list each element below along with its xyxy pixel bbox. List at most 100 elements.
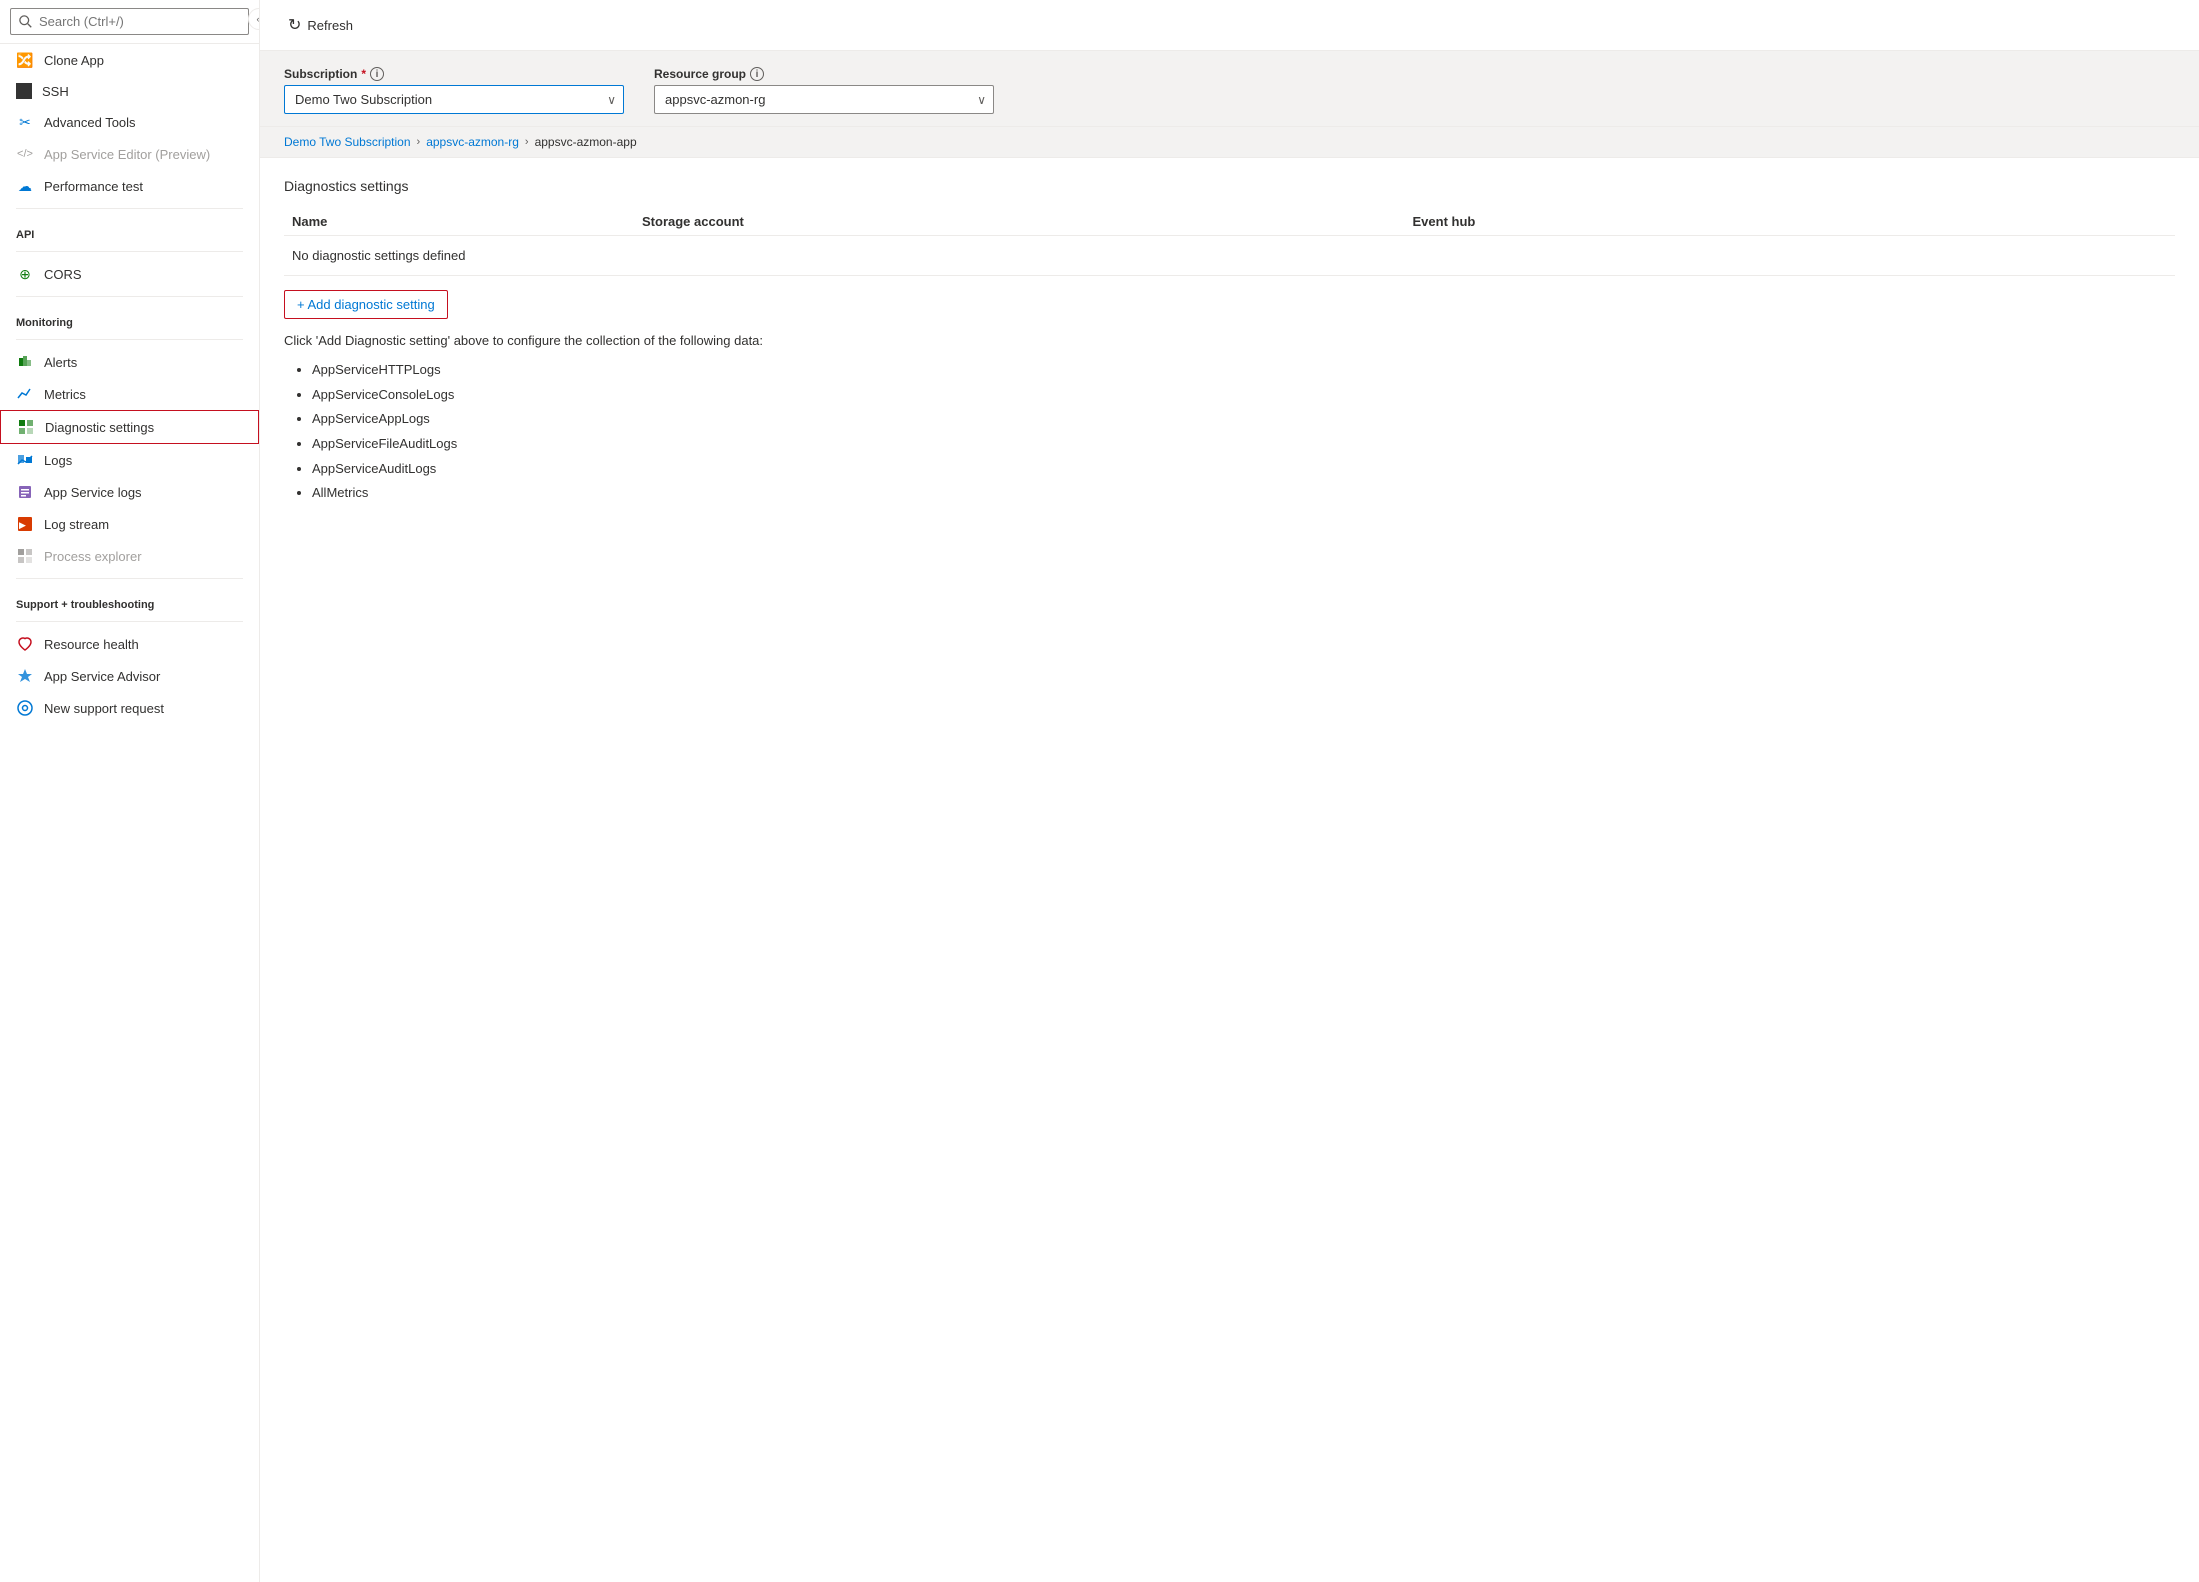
col-header-eventhub: Event hub — [1405, 214, 2176, 229]
sidebar-item-label: App Service Advisor — [44, 669, 243, 684]
breadcrumb-subscription-link[interactable]: Demo Two Subscription — [284, 135, 411, 149]
subscription-field-group: Subscription * i Demo Two Subscription ∨ — [284, 67, 624, 114]
diagnostic-table-header: Name Storage account Event hub — [284, 208, 2175, 236]
resource-group-info-icon[interactable]: i — [750, 67, 764, 81]
list-item: AppServiceConsoleLogs — [312, 383, 2175, 408]
refresh-label: Refresh — [307, 18, 353, 33]
subscription-row: Subscription * i Demo Two Subscription ∨… — [260, 51, 2199, 127]
resource-group-select-wrapper: appsvc-azmon-rg ∨ — [654, 85, 994, 114]
breadcrumb-current-item: appsvc-azmon-app — [535, 135, 637, 149]
sidebar-item-label: Logs — [44, 453, 243, 468]
divider — [16, 339, 243, 340]
subscription-info-icon[interactable]: i — [370, 67, 384, 81]
sidebar-section-monitoring: Monitoring Alerts Metrics Diagnostic set… — [0, 296, 259, 572]
add-diagnostic-setting-button[interactable]: + Add diagnostic setting — [284, 290, 448, 319]
performance-test-icon: ☁ — [16, 177, 34, 195]
col-header-name: Name — [284, 214, 634, 229]
sidebar: 🔀 Clone App SSH ✂ Advanced Tools </> App… — [0, 0, 260, 1582]
sidebar-item-ssh[interactable]: SSH — [0, 76, 259, 106]
list-item: AppServiceAppLogs — [312, 407, 2175, 432]
subscription-select[interactable]: Demo Two Subscription — [284, 85, 624, 114]
toolbar: ↻ Refresh — [260, 0, 2199, 51]
divider — [16, 621, 243, 622]
sidebar-item-label: Process explorer — [44, 549, 243, 564]
sidebar-item-label: Clone App — [44, 53, 243, 68]
list-item: AppServiceFileAuditLogs — [312, 432, 2175, 457]
logs-icon — [16, 451, 34, 469]
breadcrumb: Demo Two Subscription › appsvc-azmon-rg … — [260, 127, 2199, 158]
app-service-logs-icon — [16, 483, 34, 501]
divider — [16, 251, 243, 252]
diagnostic-settings-content: Diagnostics settings Name Storage accoun… — [260, 158, 2199, 526]
sidebar-item-label: Performance test — [44, 179, 243, 194]
app-service-advisor-icon — [16, 667, 34, 685]
refresh-button[interactable]: ↻ Refresh — [280, 10, 361, 40]
sidebar-section-top: 🔀 Clone App SSH ✂ Advanced Tools </> App… — [0, 44, 259, 202]
sidebar-item-metrics[interactable]: Metrics — [0, 378, 259, 410]
sidebar-item-label: New support request — [44, 701, 243, 716]
sidebar-item-label: Log stream — [44, 517, 243, 532]
sidebar-item-logs[interactable]: Logs — [0, 444, 259, 476]
sidebar-item-alerts[interactable]: Alerts — [0, 346, 259, 378]
sidebar-item-app-service-logs[interactable]: App Service logs — [0, 476, 259, 508]
resource-group-label: Resource group i — [654, 67, 994, 81]
subscription-label: Subscription * i — [284, 67, 624, 81]
sidebar-item-clone-app[interactable]: 🔀 Clone App — [0, 44, 259, 76]
sidebar-search-container — [0, 0, 259, 44]
list-item: AppServiceHTTPLogs — [312, 358, 2175, 383]
diagnostic-settings-title: Diagnostics settings — [284, 178, 2175, 194]
sidebar-item-process-explorer: Process explorer — [0, 540, 259, 572]
alerts-icon — [16, 353, 34, 371]
list-item: AllMetrics — [312, 481, 2175, 506]
main-content: ↻ Refresh Subscription * i Demo Two Subs… — [260, 0, 2199, 1582]
add-diagnostic-setting-label: + Add diagnostic setting — [297, 297, 435, 312]
sidebar-section-support: Support + troubleshooting Resource healt… — [0, 578, 259, 724]
col-header-storage: Storage account — [634, 214, 1405, 229]
sidebar-item-resource-health[interactable]: Resource health — [0, 628, 259, 660]
svg-text:▶: ▶ — [19, 520, 26, 530]
sidebar-item-label: Resource health — [44, 637, 243, 652]
sidebar-item-label: Alerts — [44, 355, 243, 370]
resource-group-field-group: Resource group i appsvc-azmon-rg ∨ — [654, 67, 994, 114]
sidebar-item-app-service-editor: </> App Service Editor (Preview) — [0, 138, 259, 170]
sidebar-section-api: API ⊕ CORS — [0, 208, 259, 290]
log-stream-icon: ▶ — [16, 515, 34, 533]
diagnostic-settings-icon — [17, 418, 35, 436]
no-settings-message: No diagnostic settings defined — [284, 236, 2175, 276]
section-label-monitoring: Monitoring — [0, 303, 259, 333]
metrics-icon — [16, 385, 34, 403]
sidebar-item-label: CORS — [44, 267, 243, 282]
sidebar-item-app-service-advisor[interactable]: App Service Advisor — [0, 660, 259, 692]
divider — [16, 208, 243, 209]
sidebar-item-label: Advanced Tools — [44, 115, 243, 130]
resource-group-select[interactable]: appsvc-azmon-rg — [654, 85, 994, 114]
divider — [16, 578, 243, 579]
advanced-tools-icon: ✂ — [16, 113, 34, 131]
sidebar-item-label: App Service Editor (Preview) — [44, 147, 243, 162]
list-item: AppServiceAuditLogs — [312, 457, 2175, 482]
sidebar-item-label: Diagnostic settings — [45, 420, 242, 435]
ssh-icon — [16, 83, 32, 99]
data-types-list: AppServiceHTTPLogs AppServiceConsoleLogs… — [284, 358, 2175, 506]
diagnostic-info-text: Click 'Add Diagnostic setting' above to … — [284, 333, 2175, 348]
sidebar-item-cors[interactable]: ⊕ CORS — [0, 258, 259, 290]
sidebar-item-performance-test[interactable]: ☁ Performance test — [0, 170, 259, 202]
breadcrumb-resource-group-link[interactable]: appsvc-azmon-rg — [426, 135, 519, 149]
sidebar-item-log-stream[interactable]: ▶ Log stream — [0, 508, 259, 540]
app-service-editor-icon: </> — [16, 145, 34, 163]
breadcrumb-sep-1: › — [417, 136, 421, 148]
process-explorer-icon — [16, 547, 34, 565]
sidebar-item-label: SSH — [42, 84, 243, 99]
refresh-icon: ↻ — [288, 15, 301, 35]
clone-app-icon: 🔀 — [16, 51, 34, 69]
divider — [16, 296, 243, 297]
breadcrumb-sep-2: › — [525, 136, 529, 148]
sidebar-item-diagnostic-settings[interactable]: Diagnostic settings — [0, 410, 259, 444]
sidebar-item-advanced-tools[interactable]: ✂ Advanced Tools — [0, 106, 259, 138]
sidebar-item-new-support-request[interactable]: New support request — [0, 692, 259, 724]
sidebar-item-label: Metrics — [44, 387, 243, 402]
section-label-support: Support + troubleshooting — [0, 585, 259, 615]
subscription-select-wrapper: Demo Two Subscription ∨ — [284, 85, 624, 114]
new-support-request-icon — [16, 699, 34, 717]
search-input[interactable] — [10, 8, 249, 35]
